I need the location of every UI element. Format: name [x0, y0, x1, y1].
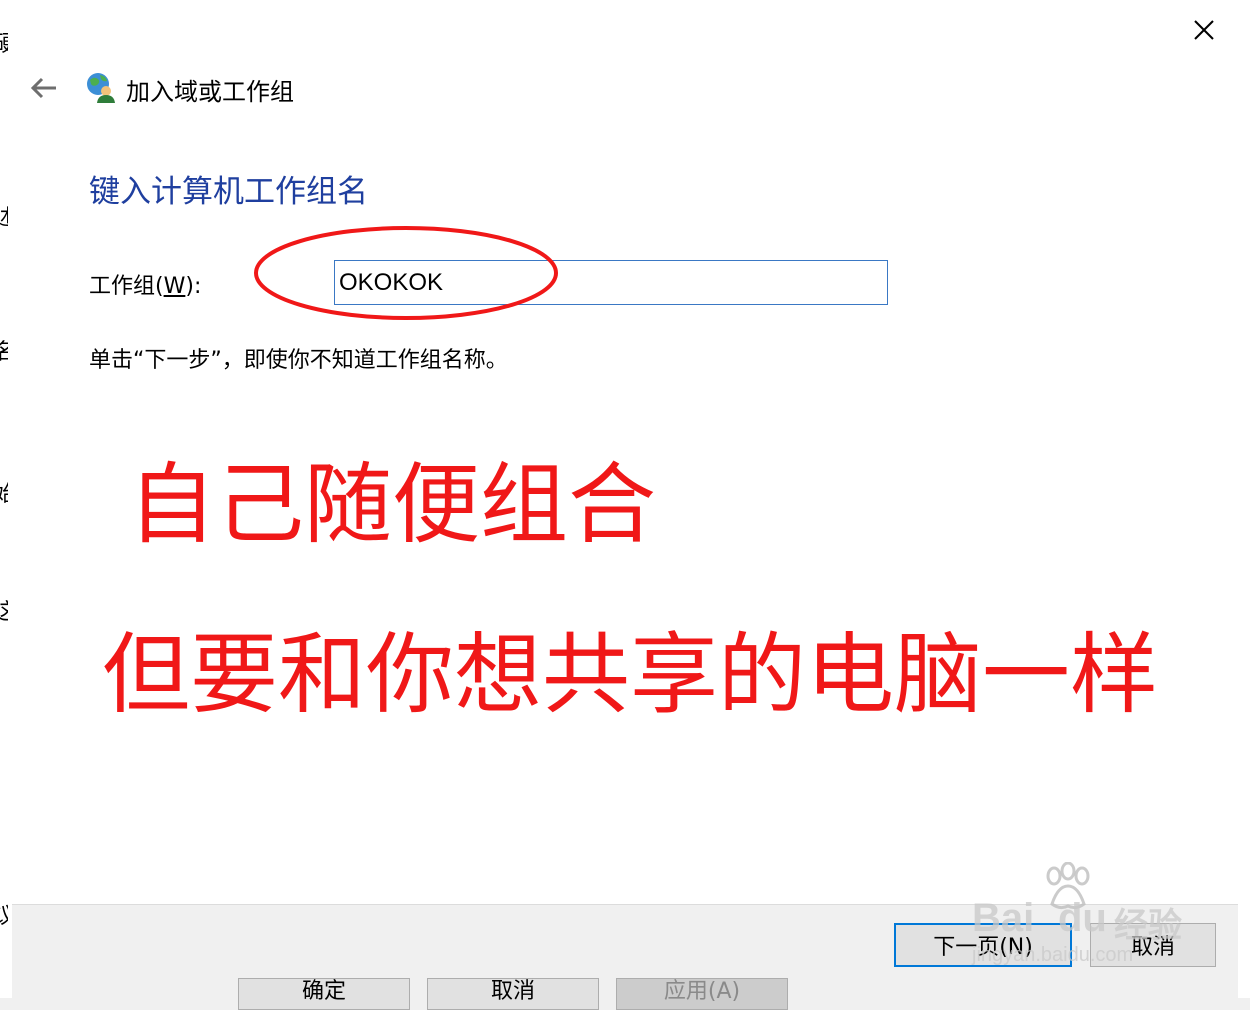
- cancel-button[interactable]: 取消: [1090, 923, 1216, 967]
- next-button[interactable]: 下一页(N): [894, 923, 1072, 967]
- back-button[interactable]: [28, 74, 60, 102]
- background-window-edge-right: [1237, 0, 1250, 998]
- workgroup-label: 工作组(W):: [89, 274, 202, 299]
- workgroup-input[interactable]: [334, 260, 888, 305]
- annotation-text-2: 但要和你想共享的电脑一样: [102, 623, 1159, 726]
- background-cancel-button: 取消: [427, 978, 599, 1010]
- background-text: 名: [0, 334, 8, 366]
- annotation-text-1: 自己随便组合: [128, 453, 657, 556]
- background-ok-button: 确定: [238, 978, 410, 1010]
- page-heading: 键入计算机工作组名: [89, 174, 368, 210]
- close-button[interactable]: [1188, 14, 1220, 46]
- network-user-icon: [87, 73, 115, 103]
- background-text: 议: [0, 898, 8, 930]
- back-arrow-icon: [30, 77, 56, 99]
- dialog-title: 加入域或工作组: [126, 78, 294, 106]
- background-apply-button: 应用(A): [616, 978, 788, 1010]
- close-icon: [1194, 20, 1214, 40]
- hint-text: 单击“下一步”，即使你不知道工作组名称。: [89, 348, 508, 373]
- background-text: 硬: [0, 26, 8, 58]
- background-text: 始: [0, 476, 8, 508]
- background-text: 这: [0, 594, 8, 626]
- join-workgroup-dialog: 加入域或工作组 键入计算机工作组名 工作组(W): 单击“下一步”，即使你不知道…: [12, 0, 1238, 999]
- background-text: 述: [0, 200, 8, 232]
